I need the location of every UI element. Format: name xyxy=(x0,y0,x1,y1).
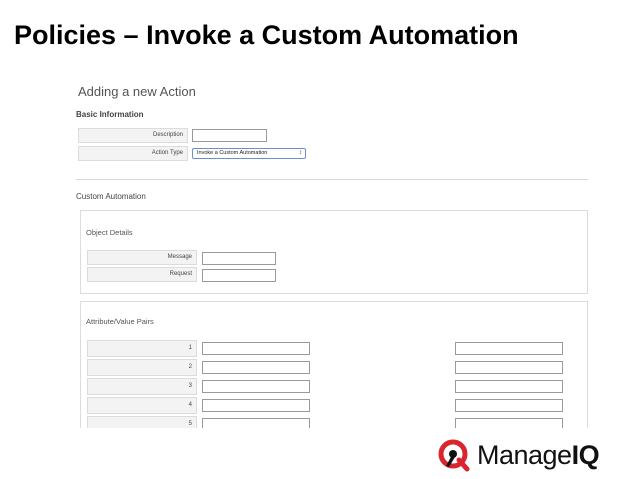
basic-information-heading: Basic Information xyxy=(76,110,144,119)
message-input[interactable] xyxy=(202,252,276,265)
action-type-value: Invoke a Custom Automation xyxy=(197,150,268,156)
message-label: Message xyxy=(87,250,197,265)
attribute-input[interactable] xyxy=(202,380,310,393)
custom-automation-heading: Custom Automation xyxy=(76,192,146,201)
select-arrows-icon: ↕ xyxy=(299,150,302,156)
form-heading: Adding a new Action xyxy=(78,84,196,99)
attribute-row-label: 2 xyxy=(87,359,197,376)
attribute-value-heading: Attribute/Value Pairs xyxy=(86,317,154,326)
value-input[interactable] xyxy=(455,380,563,393)
slide-title: Policies – Invoke a Custom Automation xyxy=(14,20,519,50)
attribute-row-label: 5 xyxy=(87,416,197,428)
section-divider xyxy=(76,179,588,180)
manageiq-logo: ManageIQ xyxy=(437,437,600,473)
object-details-heading: Object Details xyxy=(86,228,133,237)
attribute-row-label: 4 xyxy=(87,397,197,414)
attribute-input[interactable] xyxy=(202,342,310,355)
form-screenshot: Adding a new Action Basic Information De… xyxy=(70,76,590,428)
action-type-label: Action Type xyxy=(78,146,188,161)
value-input[interactable] xyxy=(455,418,563,428)
value-input[interactable] xyxy=(455,399,563,412)
attribute-row-label: 1 xyxy=(87,340,197,357)
attribute-input[interactable] xyxy=(202,418,310,428)
action-type-select[interactable]: Invoke a Custom Automation ↕ xyxy=(192,148,306,159)
request-input[interactable] xyxy=(202,269,276,282)
description-label: Description xyxy=(78,128,188,143)
attribute-input[interactable] xyxy=(202,399,310,412)
request-label: Request xyxy=(87,267,197,282)
description-input[interactable] xyxy=(192,129,267,142)
manageiq-logo-icon xyxy=(438,439,470,472)
value-input[interactable] xyxy=(455,361,563,374)
logo-text-iq: IQ xyxy=(571,439,600,470)
value-input[interactable] xyxy=(455,342,563,355)
attribute-row-label: 3 xyxy=(87,378,197,395)
manageiq-logo-text: ManageIQ xyxy=(477,439,600,471)
logo-text-manage: Manage xyxy=(477,439,572,470)
attribute-input[interactable] xyxy=(202,361,310,374)
